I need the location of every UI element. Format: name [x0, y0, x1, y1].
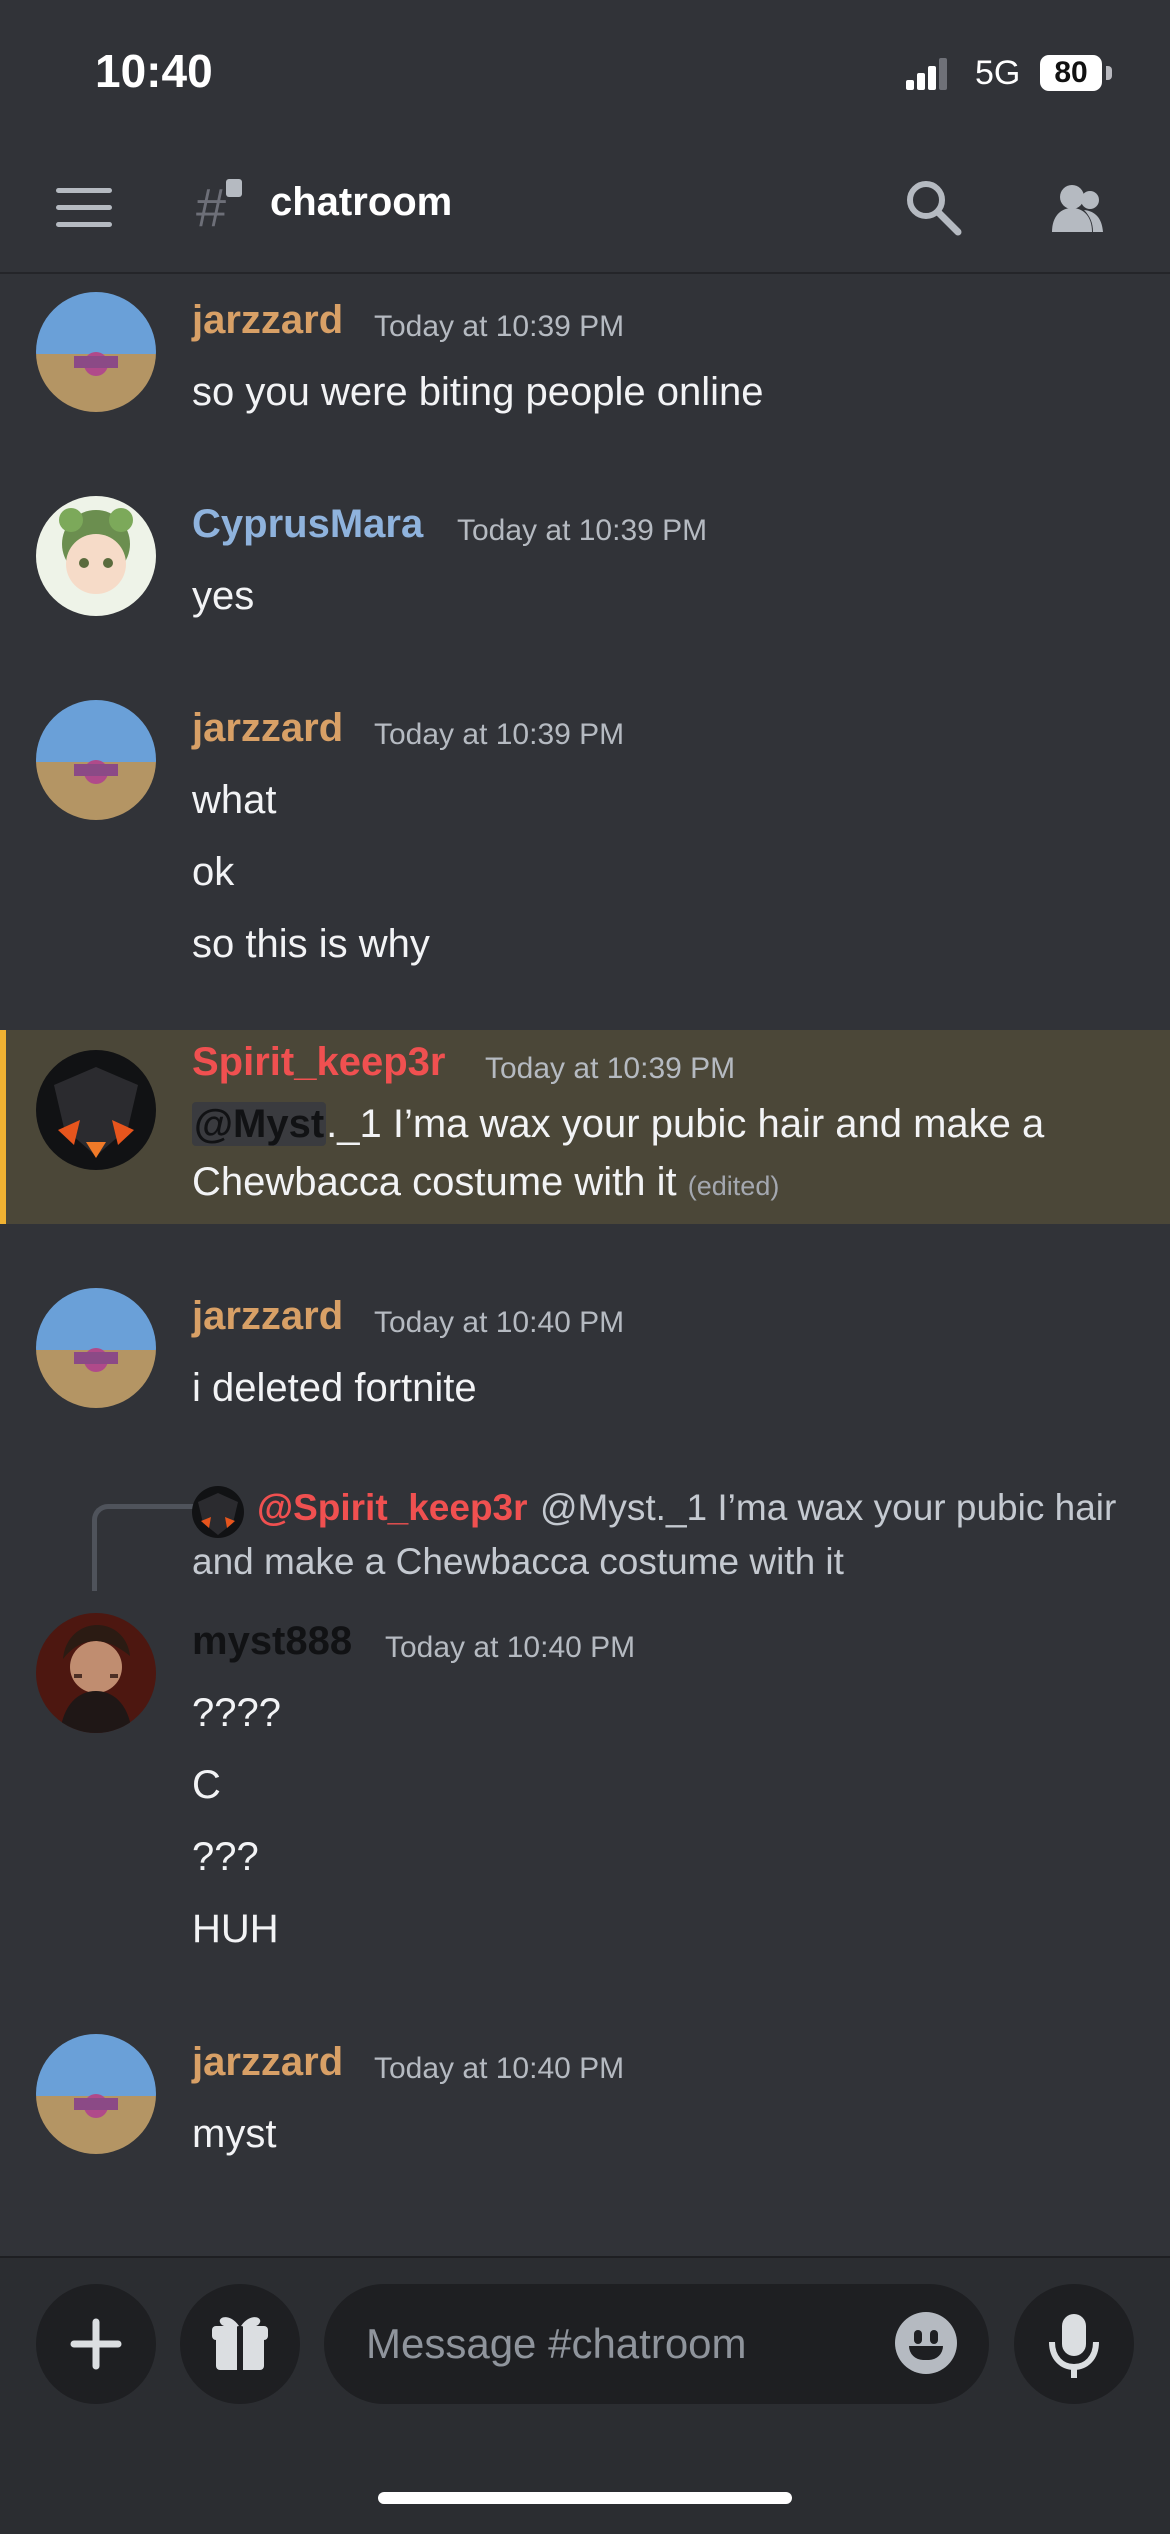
message-text: C — [192, 1763, 221, 1807]
message-item[interactable]: jarzzard Today at 10:39 PM so you were b… — [0, 280, 1170, 440]
message-text: @Myst._1 I’ma wax your pubic hair and ma… — [192, 1100, 1044, 1148]
network-label: 5G — [975, 54, 1021, 92]
message-text: so this is why — [192, 922, 430, 966]
avatar[interactable] — [36, 1050, 156, 1170]
message-item[interactable]: jarzzard Today at 10:40 PM i deleted for… — [0, 1276, 1170, 1436]
gift-icon[interactable] — [180, 2284, 300, 2404]
message-text: HUH — [192, 1907, 279, 1951]
message-timestamp: Today at 10:40 PM — [374, 1306, 625, 1339]
user-mention[interactable]: @Myst — [192, 1102, 327, 1146]
message-input-placeholder[interactable]: Message #chatroom — [366, 2320, 747, 2368]
message-item[interactable]: jarzzard Today at 10:40 PM myst — [0, 2022, 1170, 2182]
microphone-icon[interactable] — [1014, 2284, 1134, 2404]
lock-icon — [226, 179, 242, 197]
avatar[interactable] — [36, 1288, 156, 1408]
message-author[interactable]: jarzzard — [192, 2040, 343, 2085]
members-icon[interactable] — [1046, 176, 1110, 240]
message-timestamp: Today at 10:40 PM — [374, 2052, 625, 2085]
reply-author[interactable]: @Spirit_keep3r — [257, 1487, 528, 1529]
message-text: Chewbacca costume with it (edited) — [192, 1158, 779, 1206]
reply-avatar — [192, 1486, 244, 1538]
avatar[interactable] — [36, 700, 156, 820]
message-text: ??? — [192, 1835, 259, 1879]
home-indicator — [378, 2492, 792, 2504]
hamburger-menu-icon[interactable] — [56, 188, 112, 228]
search-icon[interactable] — [902, 176, 966, 240]
channel-title[interactable]: chatroom — [270, 180, 452, 225]
avatar[interactable] — [36, 496, 156, 616]
message-text: ???? — [192, 1691, 281, 1735]
reply-preview-text[interactable]: and make a Chewbacca costume with it — [192, 1541, 844, 1583]
signal-icon — [906, 58, 948, 90]
status-time: 10:40 — [95, 45, 213, 97]
message-text: yes — [192, 574, 255, 618]
avatar[interactable] — [36, 292, 156, 412]
message-author[interactable]: Spirit_keep3r — [192, 1040, 445, 1085]
channel-header — [0, 150, 1170, 274]
reply-connector — [92, 1504, 195, 1591]
edited-label: (edited) — [687, 1171, 780, 1201]
message-text: ok — [192, 850, 235, 894]
battery-tip-icon — [1106, 66, 1112, 80]
message-item[interactable]: myst888 Today at 10:40 PM ???? C ??? HUH — [0, 1605, 1170, 1965]
emoji-mouth-icon — [909, 2346, 943, 2360]
message-text-segment: Chewbacca costume with it — [192, 1160, 677, 1204]
message-author[interactable]: jarzzard — [192, 706, 343, 751]
battery-level: 80 — [1040, 55, 1102, 91]
message-timestamp: Today at 10:39 PM — [374, 718, 625, 751]
message-text-segment: ._1 I’ma wax your pubic hair and make a — [326, 1102, 1045, 1146]
plus-icon[interactable] — [36, 2284, 156, 2404]
avatar[interactable] — [36, 1613, 156, 1733]
message-timestamp: Today at 10:39 PM — [374, 310, 625, 343]
reply-preview-text[interactable]: @Myst._1 I’ma wax your pubic hair — [540, 1487, 1116, 1529]
message-author[interactable]: CyprusMara — [192, 502, 423, 547]
message-item[interactable]: jarzzard Today at 10:39 PM what ok so th… — [0, 688, 1170, 988]
message-timestamp: Today at 10:39 PM — [485, 1052, 736, 1085]
avatar[interactable] — [36, 2034, 156, 2154]
message-text: myst — [192, 2112, 277, 2156]
message-author[interactable]: jarzzard — [192, 298, 343, 343]
message-timestamp: Today at 10:39 PM — [457, 514, 708, 547]
message-text: i deleted fortnite — [192, 1366, 477, 1410]
message-text: so you were biting people online — [192, 370, 764, 414]
message-author[interactable]: myst888 — [192, 1619, 352, 1664]
message-text: what — [192, 778, 277, 822]
emoji-eye-icon — [930, 2330, 938, 2344]
private-channel-hash-icon: # — [196, 178, 227, 238]
message-timestamp: Today at 10:40 PM — [385, 1631, 636, 1664]
emoji-eye-icon — [914, 2330, 922, 2344]
message-author[interactable]: jarzzard — [192, 1294, 343, 1339]
message-item[interactable]: CyprusMara Today at 10:39 PM yes — [0, 484, 1170, 644]
message-item[interactable]: Spirit_keep3r Today at 10:39 PM @Myst._1… — [0, 1030, 1170, 1224]
emoji-icon[interactable] — [895, 2312, 957, 2374]
